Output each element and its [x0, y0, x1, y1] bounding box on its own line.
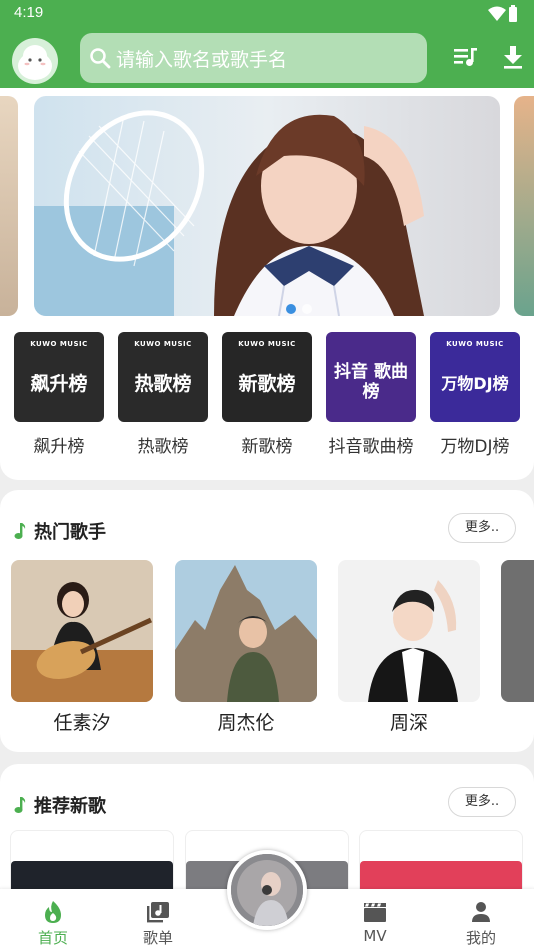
- banner-prev-peek[interactable]: [0, 96, 18, 316]
- singer-card-3[interactable]: 周深: [338, 560, 480, 735]
- tab-label: 我的: [465, 929, 496, 947]
- rank-brand: KUWO MUSIC: [446, 340, 504, 348]
- app-logo[interactable]: [12, 38, 58, 84]
- rank-brand: KUWO MUSIC: [238, 340, 296, 348]
- search-icon: [90, 48, 111, 69]
- playlist-icon[interactable]: [453, 45, 479, 69]
- rank-cover: KUWO MUSIC 万物DJ榜: [430, 332, 520, 422]
- tab-label: MV: [363, 927, 387, 945]
- person-icon: [472, 902, 490, 922]
- section-title: 推荐新歌: [34, 796, 106, 817]
- rank-title: 万物DJ榜: [440, 437, 510, 457]
- rank-title: 飙升榜: [33, 437, 85, 457]
- rank-item-1[interactable]: KUWO MUSIC 飙升榜 飙升榜: [14, 332, 104, 457]
- rank-item-2[interactable]: KUWO MUSIC 热歌榜 热歌榜: [118, 332, 208, 457]
- music-note-icon: [14, 523, 26, 539]
- album-icon: [147, 902, 169, 923]
- singer-card-peek[interactable]: [501, 560, 534, 702]
- clapper-icon: [364, 903, 386, 922]
- banner-dot-active: [286, 304, 296, 314]
- rank-cover: 抖音 歌曲榜: [326, 332, 416, 422]
- rank-cover-text: 新歌榜: [238, 372, 296, 395]
- rank-title: 抖音歌曲榜: [328, 437, 414, 457]
- rank-cover-text: 热歌榜: [134, 372, 192, 395]
- singer-photo: [338, 560, 480, 702]
- music-note-icon: [14, 797, 26, 813]
- search-bar[interactable]: 请输入歌名或歌手名: [80, 33, 427, 83]
- section-title: 热门歌手: [34, 522, 106, 543]
- hot-singers-card: 热门歌手 更多.. 任素汐 周杰伦 周深: [0, 490, 534, 752]
- banner-dot: [302, 304, 312, 314]
- singer-photo: [501, 560, 534, 702]
- singer-name: 周深: [389, 712, 428, 734]
- hot-singers-header: 热门歌手: [14, 518, 106, 544]
- rank-item-5[interactable]: KUWO MUSIC 万物DJ榜 万物DJ榜: [430, 332, 520, 457]
- rank-cover-text: 抖音 歌曲榜: [334, 362, 408, 402]
- flame-icon: [45, 901, 61, 923]
- status-time: 4:19: [14, 4, 44, 21]
- now-playing-cover: [231, 854, 303, 926]
- download-icon[interactable]: [502, 45, 524, 69]
- singer-card-2[interactable]: 周杰伦: [175, 560, 317, 735]
- wifi-icon: [488, 6, 506, 21]
- new-songs-more-button[interactable]: 更多..: [448, 787, 516, 817]
- hot-singers-more-button[interactable]: 更多..: [448, 513, 516, 543]
- battery-icon: [509, 5, 517, 22]
- banner-next-peek[interactable]: [514, 96, 534, 316]
- tab-label: 歌单: [142, 929, 173, 947]
- rank-cover-text: 万物DJ榜: [441, 374, 509, 393]
- search-placeholder: 请输入歌名或歌手名: [116, 48, 288, 71]
- tab-mv[interactable]: MV: [335, 889, 415, 945]
- singer-photo: [11, 560, 153, 702]
- banner-image: [34, 96, 500, 316]
- banner-indicator: [286, 304, 312, 314]
- tab-home[interactable]: 首页: [13, 889, 93, 948]
- rank-cover: KUWO MUSIC 新歌榜: [222, 332, 312, 422]
- rank-cover: KUWO MUSIC 热歌榜: [118, 332, 208, 422]
- logo-icon: [18, 45, 52, 80]
- tab-label: 首页: [37, 929, 68, 947]
- banner-section: KUWO MUSIC 飙升榜 飙升榜 KUWO MUSIC 热歌榜 热歌榜 KU…: [0, 88, 534, 480]
- banner-carousel[interactable]: [34, 96, 500, 316]
- rank-brand: KUWO MUSIC: [134, 340, 192, 348]
- rank-cover: KUWO MUSIC 飙升榜: [14, 332, 104, 422]
- rank-brand: KUWO MUSIC: [30, 340, 88, 348]
- rank-title: 新歌榜: [241, 437, 293, 457]
- rank-title: 热歌榜: [137, 437, 189, 457]
- new-songs-header: 推荐新歌: [14, 792, 106, 818]
- singer-card-1[interactable]: 任素汐: [11, 560, 153, 735]
- singer-name: 周杰伦: [217, 712, 275, 734]
- now-playing-disc[interactable]: [227, 850, 307, 930]
- rank-item-4[interactable]: 抖音 歌曲榜 抖音歌曲榜: [326, 332, 416, 457]
- singer-name: 任素汐: [53, 712, 111, 734]
- status-bar: 4:19: [0, 0, 534, 28]
- singer-photo: [175, 560, 317, 702]
- tab-mine[interactable]: 我的: [441, 889, 521, 948]
- rank-item-3[interactable]: KUWO MUSIC 新歌榜 新歌榜: [222, 332, 312, 457]
- rank-cover-text: 飙升榜: [30, 372, 88, 395]
- app-header: 4:19 请输入歌名或歌手名: [0, 0, 534, 88]
- tab-playlist[interactable]: 歌单: [118, 889, 198, 948]
